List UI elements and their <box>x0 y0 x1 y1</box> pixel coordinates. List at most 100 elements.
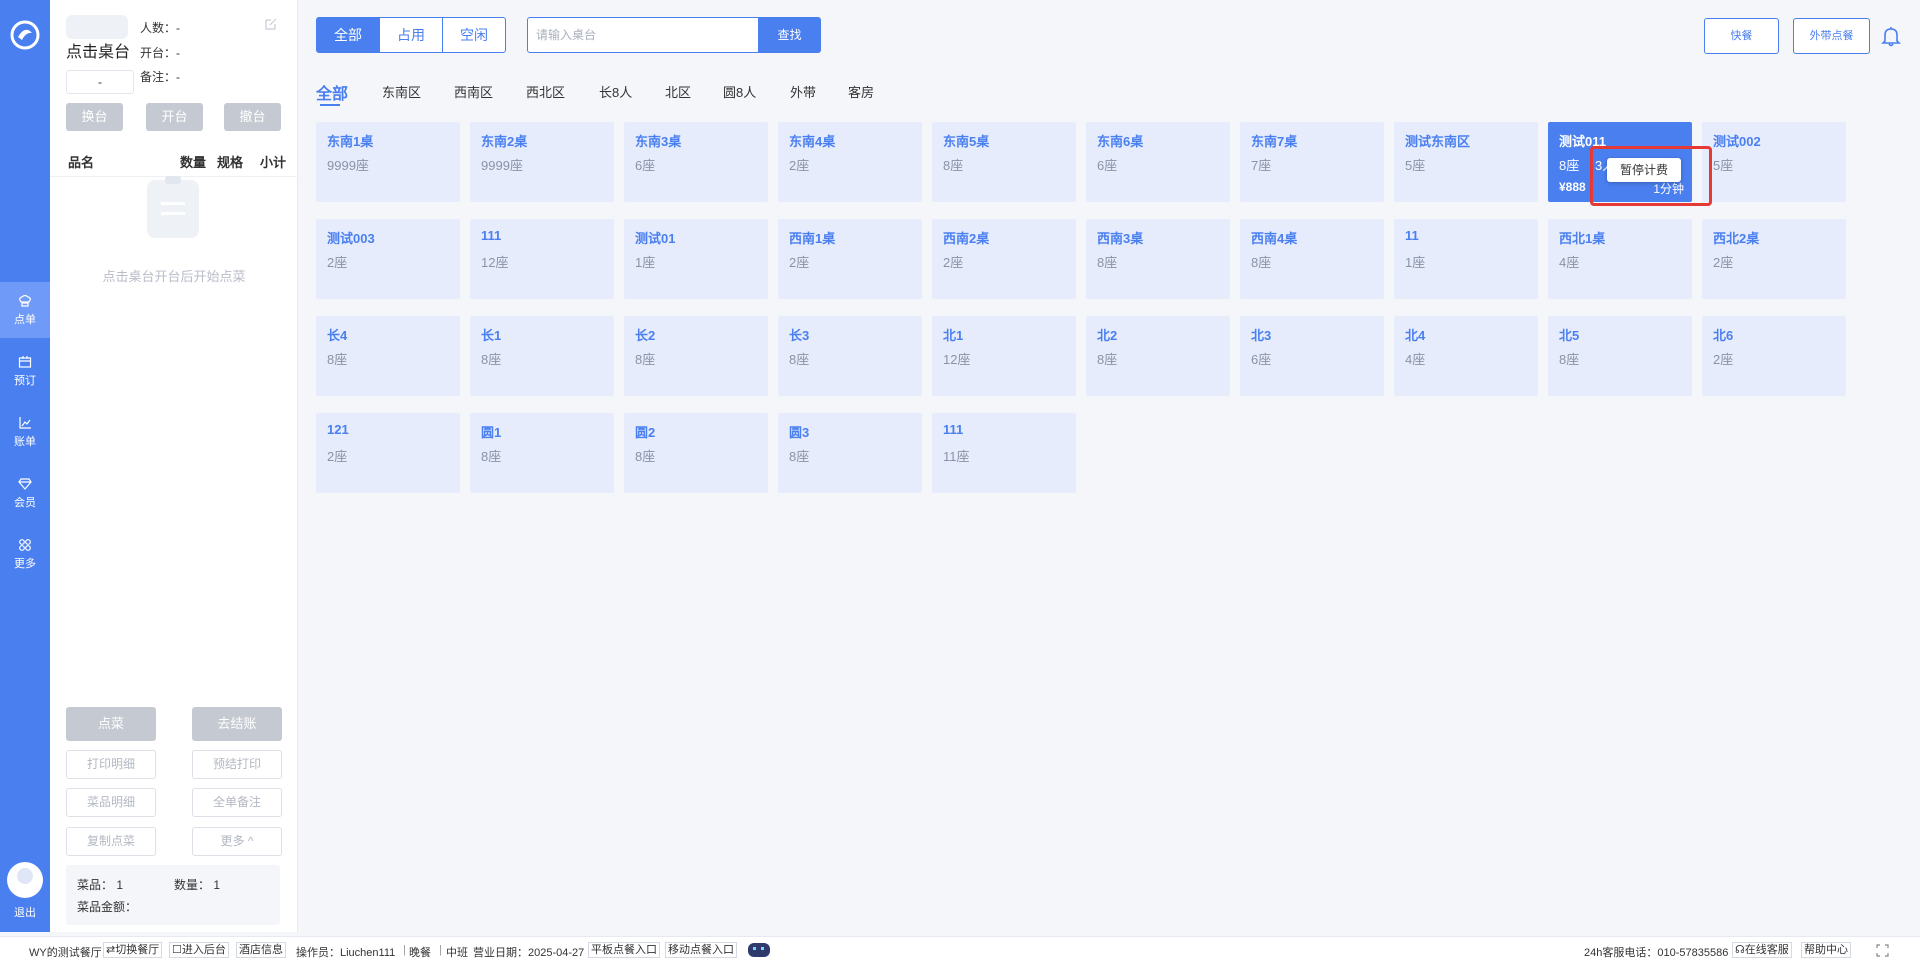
switch-restaurant-button[interactable]: ⇄切换餐厅 <box>103 942 163 958</box>
table-card[interactable]: 111 12座 <box>470 219 614 299</box>
table-card[interactable]: 圆2 8座 <box>624 413 768 493</box>
chart-icon <box>19 416 31 429</box>
table-card[interactable]: 东南3桌 6座 <box>624 122 768 202</box>
mobile-order-entry[interactable]: 移动点餐入口 <box>665 942 737 958</box>
pause-billing-button[interactable]: 暂停计费 <box>1607 158 1681 182</box>
people-count: 人数：- <box>140 21 180 35</box>
table-name-label: 西南2桌 <box>943 231 990 246</box>
nav-more[interactable]: 更多 <box>0 526 50 582</box>
takeout-button[interactable]: 外带点餐 <box>1793 18 1870 54</box>
tablet-order-entry[interactable]: 平板点餐入口 <box>588 942 660 958</box>
filter-idle[interactable]: 空闲 <box>442 17 506 53</box>
table-card[interactable]: 东南4桌 2座 <box>778 122 922 202</box>
table-card[interactable]: 北6 2座 <box>1702 316 1846 396</box>
online-service-button[interactable]: ☊在线客服 <box>1732 942 1792 958</box>
table-seats-label: 2座 <box>327 449 348 464</box>
more-button[interactable]: 更多 ^ <box>192 827 282 856</box>
table-card[interactable]: 北4 4座 <box>1394 316 1538 396</box>
table-card[interactable]: 西南3桌 8座 <box>1086 219 1230 299</box>
table-card[interactable]: 111 11座 <box>932 413 1076 493</box>
open-table-button[interactable]: 开台 <box>146 103 203 131</box>
fast-meal-button[interactable]: 快餐 <box>1704 18 1779 54</box>
table-card[interactable]: 北2 8座 <box>1086 316 1230 396</box>
table-card[interactable]: 测试01 1座 <box>624 219 768 299</box>
table-seats-label: 8座 <box>481 449 502 464</box>
table-seats-label: 8座 <box>1251 255 1272 270</box>
table-card[interactable]: 东南6桌 6座 <box>1086 122 1230 202</box>
logout-button[interactable]: 退出 <box>0 904 50 920</box>
edit-icon[interactable] <box>264 17 278 31</box>
cancel-table-button[interactable]: 撤台 <box>224 103 281 131</box>
area-tab-takeout[interactable]: 外带 <box>790 82 816 101</box>
nav-order[interactable]: 点单 <box>0 282 50 338</box>
area-tab-all[interactable]: 全部 <box>316 80 348 104</box>
nav-members[interactable]: 会员 <box>0 465 50 521</box>
table-name[interactable]: 点击桌台 <box>66 38 130 62</box>
filter-all[interactable]: 全部 <box>316 17 380 53</box>
table-name-label: 北2 <box>1097 328 1118 343</box>
nav-order-label: 点单 <box>14 313 36 326</box>
dish-list-header: 品名 数量 规格 小计 <box>50 143 298 177</box>
fullscreen-icon[interactable] <box>1876 944 1889 957</box>
order-note: 备注：- <box>140 70 180 84</box>
area-tab-guest-room[interactable]: 客房 <box>848 82 874 101</box>
table-name-label: 东南2桌 <box>481 134 528 149</box>
table-card[interactable]: 北1 12座 <box>932 316 1076 396</box>
table-card[interactable]: 西北2桌 2座 <box>1702 219 1846 299</box>
robot-icon[interactable] <box>748 943 770 957</box>
table-card[interactable]: 长3 8座 <box>778 316 922 396</box>
table-card[interactable]: 长4 8座 <box>316 316 460 396</box>
table-card[interactable]: 121 2座 <box>316 413 460 493</box>
table-card[interactable]: 圆1 8座 <box>470 413 614 493</box>
table-seats-label: 9999座 <box>327 158 369 173</box>
dish-detail-button[interactable]: 菜品明细 <box>66 788 156 817</box>
area-tab-north[interactable]: 北区 <box>665 82 691 101</box>
order-dish-button[interactable]: 点菜 <box>66 707 156 741</box>
search-button[interactable]: 查找 <box>758 17 821 53</box>
table-card[interactable]: 长1 8座 <box>470 316 614 396</box>
area-tab-northwest[interactable]: 西北区 <box>526 82 565 101</box>
table-card[interactable]: 西南1桌 2座 <box>778 219 922 299</box>
table-select[interactable]: - <box>66 70 134 94</box>
area-tab-round8[interactable]: 圆8人 <box>723 82 756 101</box>
table-card[interactable]: 测试东南区 5座 <box>1394 122 1538 202</box>
nav-bills[interactable]: 账单 <box>0 404 50 460</box>
table-name-label: 北3 <box>1251 328 1272 343</box>
copy-order-button[interactable]: 复制点菜 <box>66 827 156 856</box>
print-detail-button[interactable]: 打印明细 <box>66 750 156 779</box>
checkout-button[interactable]: 去结账 <box>192 707 282 741</box>
table-card[interactable]: 11 1座 <box>1394 219 1538 299</box>
area-tab-southwest[interactable]: 西南区 <box>454 82 493 101</box>
table-card[interactable]: 东南1桌 9999座 <box>316 122 460 202</box>
bell-icon[interactable] <box>1880 25 1902 47</box>
table-card[interactable]: 东南2桌 9999座 <box>470 122 614 202</box>
table-card[interactable]: 测试002 5座 <box>1702 122 1846 202</box>
table-card[interactable]: 测试003 2座 <box>316 219 460 299</box>
table-card[interactable]: 西北1桌 4座 <box>1548 219 1692 299</box>
area-tab-long8[interactable]: 长8人 <box>599 82 632 101</box>
help-center-button[interactable]: 帮助中心 <box>1801 942 1851 958</box>
table-seats-label: 7座 <box>1251 158 1272 173</box>
table-card[interactable]: 东南5桌 8座 <box>932 122 1076 202</box>
enter-backend-button[interactable]: ☐进入后台 <box>169 942 229 958</box>
search-input[interactable] <box>527 17 759 53</box>
business-date: 营业日期：2025-04-27 <box>473 947 585 959</box>
table-seats-label: 8座 <box>635 449 656 464</box>
nav-reservation[interactable]: 预订 <box>0 343 50 399</box>
area-tab-southeast[interactable]: 东南区 <box>382 82 421 101</box>
table-card[interactable]: 圆3 8座 <box>778 413 922 493</box>
table-card[interactable]: 西南2桌 2座 <box>932 219 1076 299</box>
table-card[interactable]: 北3 6座 <box>1240 316 1384 396</box>
avatar[interactable] <box>7 862 43 898</box>
pre-print-button[interactable]: 预结打印 <box>192 750 282 779</box>
table-card[interactable]: 北5 8座 <box>1548 316 1692 396</box>
table-card[interactable]: 长2 8座 <box>624 316 768 396</box>
filter-occupied[interactable]: 占用 <box>379 17 443 53</box>
order-note-button[interactable]: 全单备注 <box>192 788 282 817</box>
change-table-button[interactable]: 换台 <box>66 103 123 131</box>
table-name-label: 北6 <box>1713 328 1734 343</box>
table-card[interactable]: 东南7桌 7座 <box>1240 122 1384 202</box>
table-card[interactable]: 西南4桌 8座 <box>1240 219 1384 299</box>
hotel-info-button[interactable]: 酒店信息 <box>236 942 286 958</box>
open-time: 开台：- <box>140 46 180 60</box>
